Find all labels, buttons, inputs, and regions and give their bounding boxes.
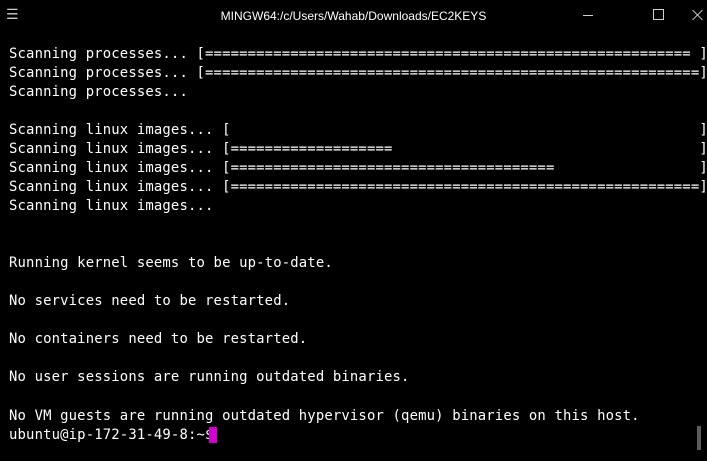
- close-button[interactable]: [675, 0, 707, 30]
- terminal-line: Scanning linux images... [==============…: [9, 179, 707, 195]
- terminal-line: Scanning processes... [=================…: [9, 46, 707, 62]
- terminal-line: Scanning processes...: [9, 84, 188, 100]
- terminal-line: Scanning linux images... [ ]: [9, 122, 707, 138]
- minimize-button[interactable]: [567, 0, 613, 30]
- maximize-icon: [653, 9, 664, 20]
- terminal-line: No containers need to be restarted.: [9, 331, 308, 347]
- terminal-output[interactable]: Scanning processes... [=================…: [0, 42, 707, 452]
- terminal-line: No services need to be restarted.: [9, 293, 291, 309]
- terminal-cursor: [209, 427, 217, 443]
- terminal-line: No user sessions are running outdated bi…: [9, 369, 410, 385]
- terminal-line: Scanning linux images... [==============…: [9, 160, 707, 176]
- title-bar[interactable]: ☰ MINGW64:/c/Users/Wahab/Downloads/EC2KE…: [0, 0, 707, 33]
- minimize-icon: [583, 15, 593, 16]
- terminal-line: No VM guests are running outdated hyperv…: [9, 408, 640, 424]
- scrollbar-thumb[interactable]: [697, 426, 701, 450]
- terminal-line: Scanning linux images...: [9, 198, 214, 214]
- shell-prompt[interactable]: ubuntu@ip-172-31-49-8:~$: [9, 426, 222, 445]
- terminal-line: Scanning linux images... [==============…: [9, 141, 707, 157]
- close-icon: [692, 9, 704, 21]
- terminal-line: Scanning processes... [=================…: [9, 65, 707, 81]
- terminal-line: Running kernel seems to be up-to-date.: [9, 255, 333, 271]
